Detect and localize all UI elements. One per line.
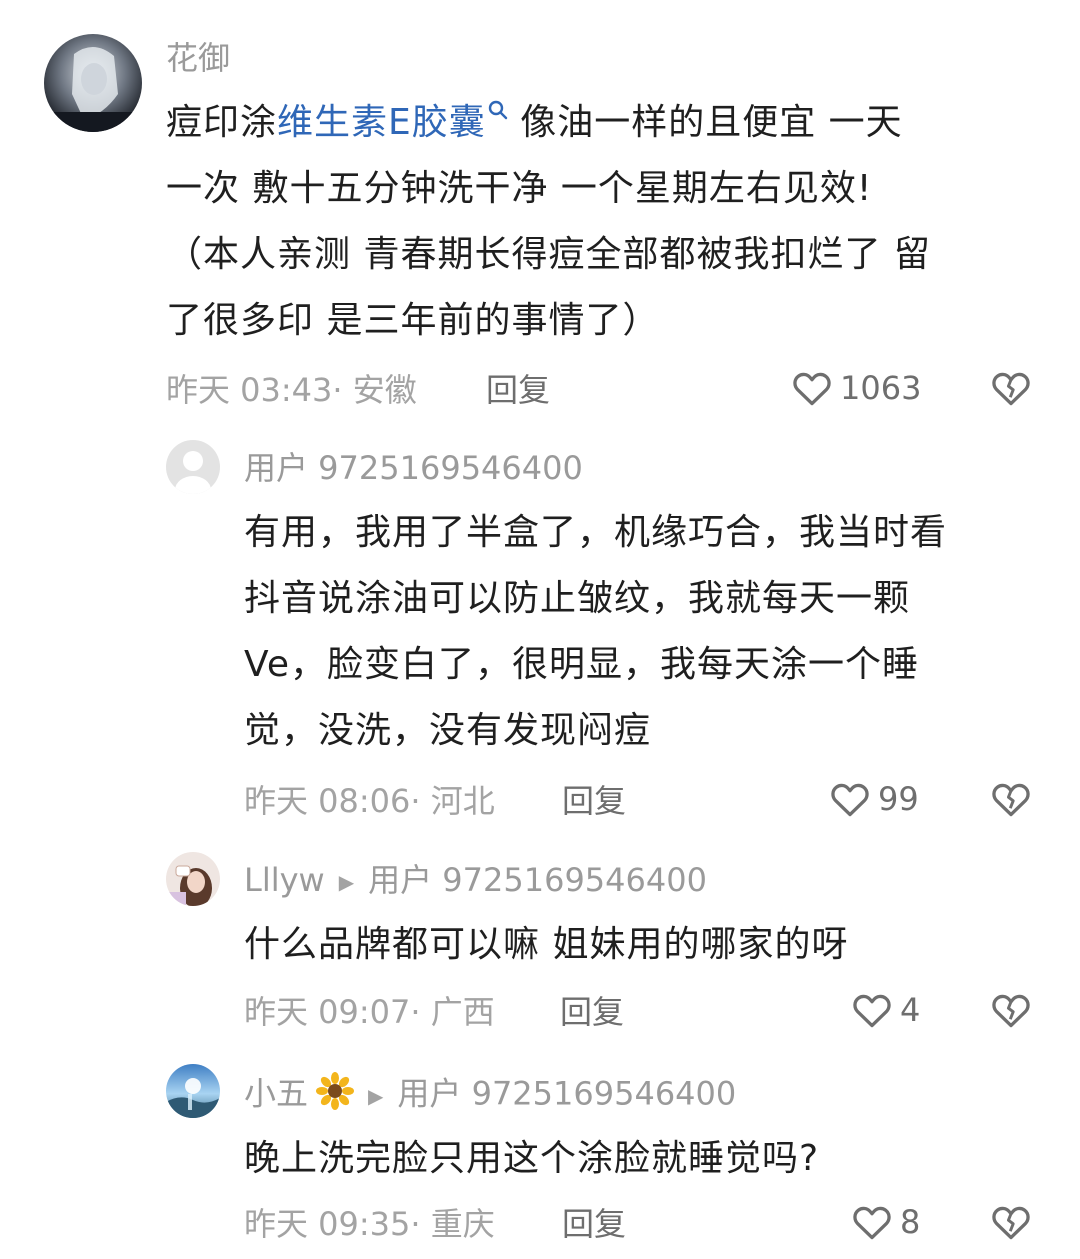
broken-heart-icon [992,783,1030,817]
reply-author[interactable]: 用户 9725169546400 [244,448,583,488]
avatar[interactable] [166,440,220,494]
reply-text-line: 晚上洗完脸只用这个涂脸就睡觉吗? [244,1138,820,1179]
reply-author[interactable]: 小五 [244,1075,308,1113]
play-arrow-icon: ▶ [338,870,355,894]
comment-text-suffix: 像油一样的且便宜 一天 [507,102,903,143]
reply-text-line: 抖音说涂油可以防止皱纹，我就每天一颗 [244,578,911,619]
dislike-button[interactable] [988,777,1034,825]
comment-meta: 昨天 03:43· 安徽 [166,371,417,409]
like-button[interactable]: 8 [850,1200,920,1244]
like-count: 99 [878,780,919,818]
reply-to-user[interactable]: 用户 9725169546400 [397,1075,736,1113]
comment-text-prefix: 痘印涂 [166,102,278,143]
reply-text: 晚上洗完脸只用这个涂脸就睡觉吗? [244,1126,819,1192]
like-button[interactable]: 1063 [790,366,921,410]
reply-author-line: Lllyw ▶ 用户 9725169546400 [244,860,707,902]
comment-author[interactable]: 花御 [166,38,230,78]
dislike-button[interactable] [988,988,1034,1036]
dislike-button[interactable] [988,1200,1034,1248]
reply-to-user[interactable]: 用户 9725169546400 [368,861,707,899]
like-count: 1063 [840,369,922,407]
broken-heart-icon [992,1206,1030,1240]
comment-text: 痘印涂维生素E胶囊 像油一样的且便宜 一天 一次 敷十五分钟洗干净 一个星期左右… [166,90,931,354]
dislike-button[interactable] [988,366,1034,414]
broken-heart-icon [992,372,1030,406]
heart-outline-icon [853,1206,891,1240]
reply-author-line: 小五 ▶ 用户 9725169546400 [244,1072,736,1119]
reply-text-line: Ve，脸变白了，很明显，我每天涂一个睡 [244,644,919,685]
reply-button[interactable]: 回复 [560,992,624,1032]
reply-author[interactable]: Lllyw [244,861,325,899]
avatar[interactable] [44,34,142,132]
avatar[interactable] [166,1064,220,1118]
keyword-link[interactable]: 维生素E胶囊 [277,100,508,143]
like-button[interactable]: 4 [850,988,920,1032]
reply-button[interactable]: 回复 [562,781,626,821]
like-button[interactable]: 99 [828,777,919,821]
search-icon [488,100,507,120]
broken-heart-icon [992,994,1030,1028]
heart-outline-icon [793,372,831,406]
comment-text-line: 一次 敷十五分钟洗干净 一个星期左右见效! [166,168,873,209]
comment-text-line: 了很多印 是三年前的事情了） [166,300,660,341]
reply-meta: 昨天 09:07· 广西 [244,993,495,1031]
like-count: 8 [900,1203,921,1241]
reply-text-line: 什么品牌都可以嘛 姐妹用的哪家的呀 [244,924,849,965]
reply-text-line: 觉，没洗，没有发现闷痘 [244,710,652,751]
reply-text: 有用，我用了半盒了，机缘巧合，我当时看 抖音说涂油可以防止皱纹，我就每天一颗 V… [244,500,947,764]
reply-meta: 昨天 09:35· 重庆 [244,1205,495,1243]
play-arrow-icon: ▶ [368,1083,384,1108]
reply-text: 什么品牌都可以嘛 姐妹用的哪家的呀 [244,912,848,978]
reply-meta: 昨天 08:06· 河北 [244,782,495,820]
avatar[interactable] [166,852,220,906]
comment-text-line: （本人亲测 青春期长得痘全部都被我扣烂了 留 [166,234,931,275]
like-count: 4 [900,991,921,1029]
reply-button[interactable]: 回复 [486,370,550,410]
sunflower-icon [316,1072,355,1119]
reply-button[interactable]: 回复 [562,1204,626,1244]
heart-outline-icon [853,994,891,1028]
heart-outline-icon [831,783,869,817]
reply-text-line: 有用，我用了半盒了，机缘巧合，我当时看 [244,512,948,553]
